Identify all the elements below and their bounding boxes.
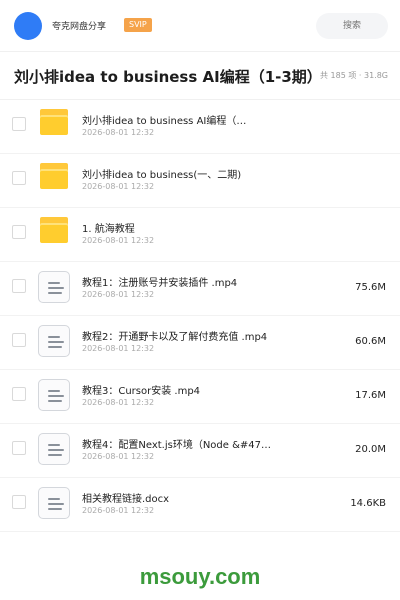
page-title: 刘小排idea to business AI编程（1-3期） xyxy=(14,68,322,86)
folder-row[interactable]: 刘小排idea to business AI编程（… 2026-08-01 12:… xyxy=(0,100,400,154)
item-size: 17.6M xyxy=(355,390,386,401)
watermark: msouy.com xyxy=(139,564,261,589)
item-name[interactable]: 教程2：开通野卡以及了解付费充值 .mp4 xyxy=(82,328,267,343)
search-input[interactable] xyxy=(316,13,388,39)
folder-row[interactable]: 刘小排idea to business(一、二期) 2026-08-01 12:3… xyxy=(0,154,400,208)
item-count-size: 共 185 项 · 31.8G xyxy=(320,71,388,80)
row-checkbox[interactable] xyxy=(12,117,26,131)
item-date: 2026-08-01 12:32 xyxy=(82,344,155,353)
item-date: 2026-08-01 12:32 xyxy=(82,452,155,461)
file-row[interactable]: 教程3：Cursor安装 .mp4 2026-08-01 12:32 17.6M xyxy=(0,370,400,424)
item-size: 14.6KB xyxy=(350,498,386,509)
item-date: 2026-08-01 12:32 xyxy=(82,236,155,245)
avatar[interactable] xyxy=(14,12,42,40)
top-bar: 夸克网盘分享 SVIP xyxy=(0,0,400,52)
row-checkbox[interactable] xyxy=(12,495,26,509)
item-size: 60.6M xyxy=(355,336,386,347)
folder-icon xyxy=(38,163,70,195)
folder-icon xyxy=(38,217,70,249)
footer: msouy.com xyxy=(0,548,400,600)
item-date: 2026-08-01 12:32 xyxy=(82,182,155,191)
item-name[interactable]: 刘小排idea to business AI编程（… xyxy=(82,112,246,127)
svip-badge: SVIP xyxy=(124,18,152,32)
document-icon xyxy=(38,379,70,411)
document-icon xyxy=(38,271,70,303)
document-icon xyxy=(38,487,70,519)
row-checkbox[interactable] xyxy=(12,225,26,239)
row-checkbox[interactable] xyxy=(12,441,26,455)
item-name[interactable]: 教程4：配置Next.js环境（Node &#47… xyxy=(82,436,271,451)
item-date: 2026-08-01 12:32 xyxy=(82,506,155,515)
row-checkbox[interactable] xyxy=(12,171,26,185)
item-name[interactable]: 教程3：Cursor安装 .mp4 xyxy=(82,382,200,397)
file-row[interactable]: 教程4：配置Next.js环境（Node &#47… 2026-08-01 12:… xyxy=(0,424,400,478)
item-date: 2026-08-01 12:32 xyxy=(82,128,155,137)
item-size: 75.6M xyxy=(355,282,386,293)
item-name[interactable]: 相关教程链接.docx xyxy=(82,490,169,505)
item-name[interactable]: 1. 航海教程 xyxy=(82,220,135,235)
document-icon xyxy=(38,433,70,465)
document-icon xyxy=(38,325,70,357)
item-name[interactable]: 刘小排idea to business(一、二期) xyxy=(82,166,241,181)
brand-name: 夸克网盘分享 xyxy=(52,22,107,32)
folder-row[interactable]: 1. 航海教程 2026-08-01 12:32 xyxy=(0,208,400,262)
folder-icon xyxy=(38,109,70,141)
file-row[interactable]: 教程1：注册账号并安装插件 .mp4 2026-08-01 12:32 75.6M xyxy=(0,262,400,316)
item-date: 2026-08-01 12:32 xyxy=(82,398,155,407)
row-checkbox[interactable] xyxy=(12,279,26,293)
file-list: 刘小排idea to business AI编程（… 2026-08-01 12:… xyxy=(0,100,400,532)
item-date: 2026-08-01 12:32 xyxy=(82,290,155,299)
file-row[interactable]: 教程2：开通野卡以及了解付费充值 .mp4 2026-08-01 12:32 60.… xyxy=(0,316,400,370)
file-row[interactable]: 相关教程链接.docx 2026-08-01 12:32 14.6KB xyxy=(0,478,400,532)
share-header: 刘小排idea to business AI编程（1-3期） 共 185 项 ·… xyxy=(0,52,400,100)
item-name[interactable]: 教程1：注册账号并安装插件 .mp4 xyxy=(82,274,237,289)
row-checkbox[interactable] xyxy=(12,387,26,401)
row-checkbox[interactable] xyxy=(12,333,26,347)
item-size: 20.0M xyxy=(355,444,386,455)
